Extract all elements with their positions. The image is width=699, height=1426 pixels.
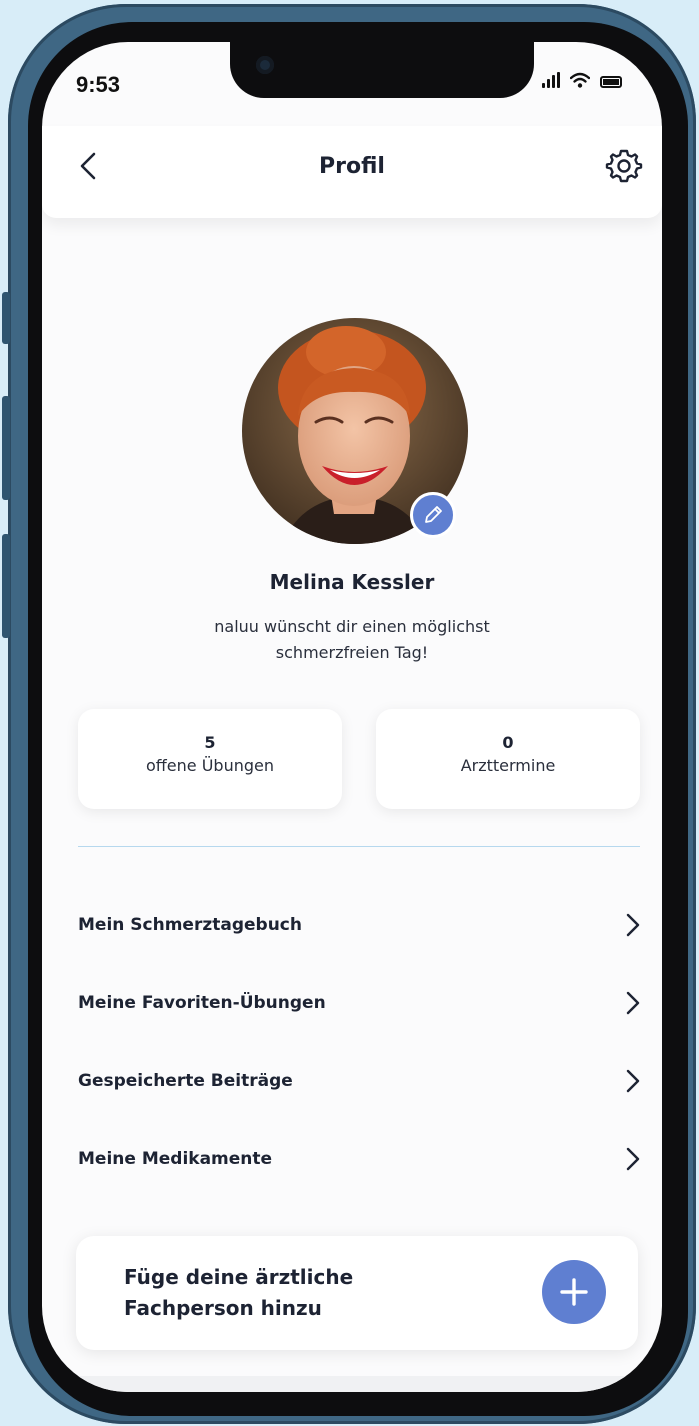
menu-item-favorite-exercises[interactable]: Meine Favoriten-Übungen (78, 978, 644, 1028)
add-doctor-text: Füge deine ärztliche Fachperson hinzu (124, 1262, 424, 1324)
menu-item-label: Mein Schmerztagebuch (78, 915, 302, 935)
add-doctor-button[interactable] (542, 1260, 606, 1324)
menu-item-saved-posts[interactable]: Gespeicherte Beiträge (78, 1056, 644, 1106)
user-greeting: naluu wünscht dir einen möglichst schmer… (162, 614, 542, 666)
chevron-right-icon (626, 1069, 640, 1093)
menu-item-label: Meine Medikamente (78, 1149, 273, 1169)
appointments-card[interactable]: 0 Arzttermine (376, 709, 640, 809)
volume-up-button (2, 396, 10, 500)
signal-icon (542, 72, 560, 88)
status-icons (542, 72, 622, 88)
bottom-strip (42, 1376, 662, 1392)
page-title: Profil (319, 154, 385, 179)
plus-icon (560, 1278, 588, 1306)
open-exercises-count: 5 (204, 733, 216, 752)
divider (78, 846, 640, 847)
menu-item-medications[interactable]: Meine Medikamente (78, 1134, 644, 1184)
status-time: 9:53 (76, 72, 121, 97)
edit-avatar-button[interactable] (410, 492, 456, 538)
settings-button[interactable] (604, 146, 644, 186)
mute-switch (2, 292, 10, 344)
wifi-icon (570, 72, 590, 88)
volume-down-button (2, 534, 10, 638)
chevron-right-icon (626, 1147, 640, 1171)
notch (230, 42, 534, 98)
open-exercises-label: offene Übungen (145, 756, 274, 775)
appointments-count: 0 (502, 733, 514, 752)
front-camera (256, 56, 274, 74)
battery-icon (600, 76, 622, 88)
add-doctor-line-1: Füge deine ärztliche (124, 1265, 354, 1289)
app-screen: 9:53 Profil Melina Kessler naluu wünscht… (42, 42, 662, 1392)
open-exercises-card[interactable]: 5 offene Übungen (78, 709, 342, 809)
chevron-right-icon (626, 991, 640, 1015)
user-name: Melina Kessler (269, 570, 435, 594)
greeting-line-2: schmerzfreien Tag! (275, 643, 429, 662)
appointments-label: Arzttermine (460, 756, 556, 775)
gear-icon (605, 149, 643, 183)
greeting-line-1: naluu wünscht dir einen möglichst (214, 617, 490, 636)
menu-item-pain-diary[interactable]: Mein Schmerztagebuch (78, 900, 644, 950)
menu-item-label: Meine Favoriten-Übungen (78, 993, 326, 1013)
chevron-right-icon (626, 913, 640, 937)
menu-item-label: Gespeicherte Beiträge (78, 1071, 293, 1091)
add-doctor-card[interactable]: Füge deine ärztliche Fachperson hinzu (76, 1236, 638, 1350)
add-doctor-line-2: Fachperson hinzu (124, 1296, 322, 1320)
pencil-icon (425, 506, 442, 523)
app-header: Profil (42, 126, 662, 218)
